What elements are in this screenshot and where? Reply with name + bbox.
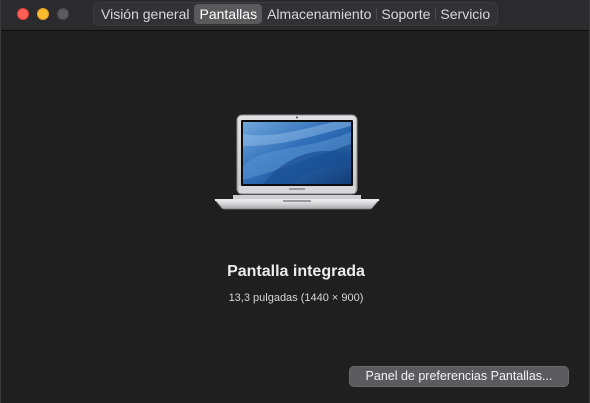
tab-almacenamiento[interactable]: Almacenamiento	[262, 4, 376, 24]
display-size: 13,3 pulgadas (1440 × 900)	[228, 292, 364, 304]
display-name: Pantalla integrada	[227, 263, 365, 280]
tab-vision-general[interactable]: Visión general	[96, 4, 194, 24]
minimize-window-button[interactable]	[37, 8, 49, 20]
tab-servicio[interactable]: Servicio	[435, 4, 495, 24]
title-bar: Visión general Pantallas Almacenamiento …	[1, 0, 589, 31]
tab-soporte[interactable]: Soporte	[376, 4, 435, 24]
zoom-window-button	[57, 8, 69, 20]
display-preferences-button[interactable]: Panel de preferencias Pantallas...	[349, 366, 569, 387]
macbook-air-icon	[213, 114, 381, 212]
tab-pantallas[interactable]: Pantallas	[194, 4, 263, 24]
close-window-button[interactable]	[17, 8, 29, 20]
about-this-mac-window: Visión general Pantallas Almacenamiento …	[0, 0, 590, 403]
tab-bar: Visión general Pantallas Almacenamiento …	[93, 2, 499, 26]
